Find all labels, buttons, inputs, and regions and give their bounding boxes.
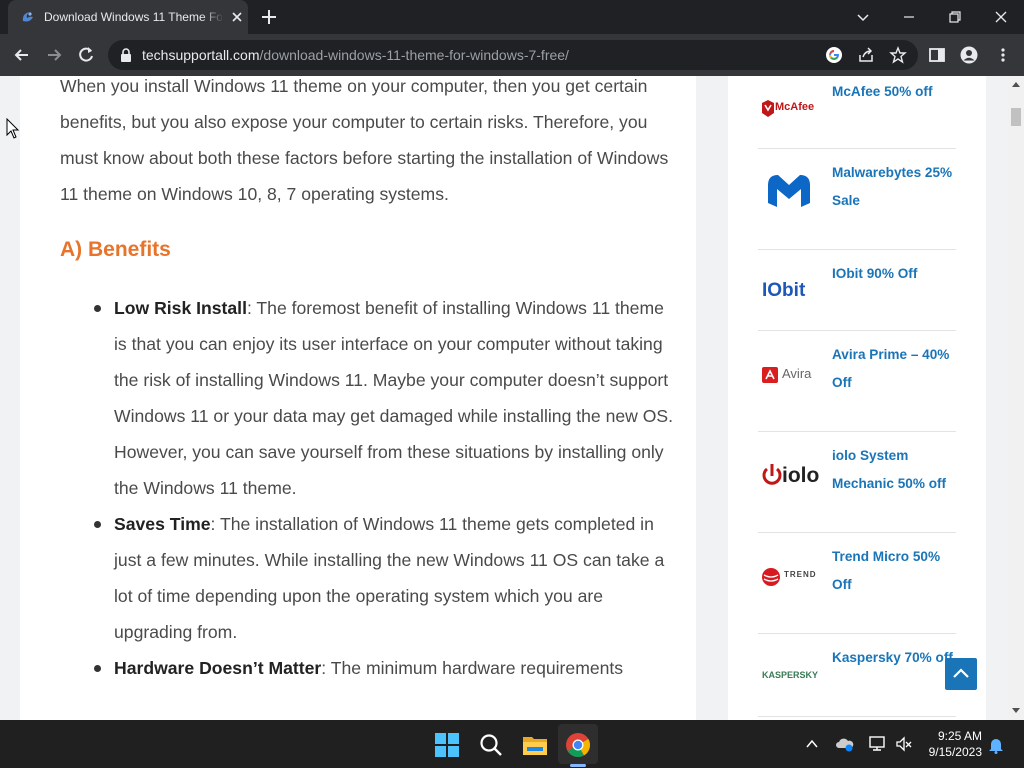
browser-menu-icon[interactable]: [994, 46, 1012, 64]
network-icon[interactable]: [868, 735, 888, 753]
iolo-logo-icon: iolo: [758, 456, 820, 496]
iobit-logo-icon: IObit: [758, 274, 820, 314]
malwarebytes-m-icon: [768, 175, 810, 207]
site-favicon-icon: [22, 12, 33, 22]
url-host: techsupportall.com: [142, 47, 260, 63]
minimize-icon[interactable]: [898, 6, 920, 28]
reload-icon[interactable]: [76, 45, 96, 65]
url-path: /download-windows-11-theme-for-windows-7…: [259, 47, 569, 63]
tab-title: Download Windows 11 Theme For Windows 7: [44, 10, 222, 24]
trend-micro-wordmark: TREND: [784, 570, 817, 579]
restore-icon[interactable]: [944, 6, 966, 28]
list-item-text: : The minimum hardware requirements: [321, 658, 624, 678]
article-content: When you install Windows 11 theme on you…: [20, 76, 696, 720]
iolo-power-icon: [762, 464, 782, 485]
deal-link[interactable]: Avira Prime – 40% Off: [832, 341, 960, 397]
avira-logo-icon: Avira: [758, 355, 820, 395]
file-explorer-icon[interactable]: [522, 732, 548, 758]
web-page: When you install Windows 11 theme on you…: [0, 76, 1024, 720]
active-app-indicator: [570, 764, 586, 767]
kaspersky-wordmark: KASPERSKY: [762, 670, 819, 680]
deal-link[interactable]: Kaspersky 70% off: [832, 644, 960, 672]
clock-date: 9/15/2023: [928, 745, 982, 759]
new-tab-icon[interactable]: [260, 8, 278, 26]
deal-link[interactable]: McAfee 50% off: [832, 78, 960, 106]
benefits-list: Low Risk Install: The foremost benefit o…: [60, 290, 680, 686]
chrome-icon[interactable]: [565, 732, 591, 758]
list-item-title: Saves Time: [114, 514, 211, 534]
trend-micro-logo-icon: TREND: [758, 557, 820, 597]
avira-umbrella-icon: [762, 367, 778, 383]
back-icon[interactable]: [12, 45, 32, 65]
deal-link[interactable]: IObit 90% Off: [832, 260, 960, 288]
deal-item-trend-micro[interactable]: TREND Trend Micro 50% Off: [758, 533, 956, 634]
mcafee-wordmark: McAfee: [775, 101, 815, 113]
windows-start-icon[interactable]: [434, 732, 460, 758]
benefits-heading: A) Benefits: [60, 238, 171, 261]
profile-avatar-icon[interactable]: [960, 46, 978, 64]
list-item-title: Low Risk Install: [114, 298, 247, 318]
volume-muted-icon[interactable]: [895, 735, 913, 753]
chevron-up-icon: [953, 668, 969, 678]
scrollbar-thumb[interactable]: [1011, 108, 1021, 126]
system-clock[interactable]: 9:25 AM 9/15/2023: [920, 728, 982, 760]
deal-item-iobit[interactable]: IObit IObit 90% Off: [758, 250, 956, 331]
page-scrollbar[interactable]: [1008, 76, 1024, 720]
list-item-text: : The foremost benefit of installing Win…: [114, 298, 674, 498]
active-tab[interactable]: Download Windows 11 Theme For Windows 7: [8, 0, 248, 34]
scroll-up-arrow-icon[interactable]: [1011, 80, 1021, 88]
close-window-icon[interactable]: [990, 6, 1012, 28]
windows-taskbar: 9:25 AM 9/15/2023: [0, 720, 1024, 768]
bullet-dot: [94, 305, 101, 312]
deal-item-avira[interactable]: Avira Avira Prime – 40% Off: [758, 331, 956, 432]
avira-wordmark: Avira: [782, 366, 812, 381]
notification-bell-icon[interactable]: [988, 736, 1004, 754]
iobit-wordmark: IObit: [762, 280, 806, 301]
close-tab-icon[interactable]: [229, 9, 245, 25]
google-lens-icon[interactable]: [825, 46, 843, 64]
bullet-dot: [94, 665, 101, 672]
kaspersky-logo-icon: KASPERSKY: [758, 660, 820, 700]
list-item: Saves Time: The installation of Windows …: [60, 506, 680, 650]
deal-link[interactable]: iolo System Mechanic 50% off: [832, 442, 960, 498]
tab-search-icon[interactable]: [852, 6, 874, 28]
search-icon[interactable]: [478, 732, 504, 758]
mcafee-logo-icon: McAfee: [758, 92, 820, 132]
url-text[interactable]: techsupportall.com/download-windows-11-t…: [142, 47, 569, 63]
trend-micro-ball-icon: [762, 568, 780, 586]
lock-icon[interactable]: [119, 47, 133, 63]
browser-tab-strip: Download Windows 11 Theme For Windows 7: [0, 0, 1024, 34]
deal-link[interactable]: Trend Micro 50% Off: [832, 543, 960, 599]
deal-item-kaspersky[interactable]: KASPERSKY Kaspersky 70% off: [758, 634, 956, 717]
intro-paragraph: When you install Windows 11 theme on you…: [60, 76, 669, 204]
forward-icon[interactable]: [44, 45, 64, 65]
malwarebytes-logo-icon: [758, 171, 820, 211]
deal-item-mcafee[interactable]: McAfee McAfee 50% off: [758, 76, 956, 149]
mouse-cursor-icon: [6, 118, 20, 139]
iolo-wordmark: iolo: [782, 464, 820, 487]
deals-sidebar: McAfee McAfee 50% off Malwarebytes 25% S…: [728, 76, 986, 720]
deal-item-iolo[interactable]: iolo iolo System Mechanic 50% off: [758, 432, 956, 533]
scroll-down-arrow-icon[interactable]: [1011, 707, 1021, 715]
back-to-top-button[interactable]: [945, 658, 977, 690]
clock-time: 9:25 AM: [937, 729, 982, 743]
chevron-up-icon[interactable]: [805, 738, 819, 750]
share-icon[interactable]: [857, 46, 875, 64]
list-item: Low Risk Install: The foremost benefit o…: [60, 290, 680, 506]
list-item-title: Hardware Doesn’t Matter: [114, 658, 322, 678]
tab-title-fade: [202, 6, 224, 28]
onedrive-icon[interactable]: [835, 736, 855, 752]
bullet-dot: [94, 521, 101, 528]
deal-item-malwarebytes[interactable]: Malwarebytes 25% Sale: [758, 149, 956, 250]
bookmark-star-icon[interactable]: [889, 46, 907, 64]
list-item: Hardware Doesn’t Matter: The minimum har…: [60, 650, 680, 686]
side-panel-icon[interactable]: [928, 46, 946, 64]
deal-link[interactable]: Malwarebytes 25% Sale: [832, 159, 960, 215]
